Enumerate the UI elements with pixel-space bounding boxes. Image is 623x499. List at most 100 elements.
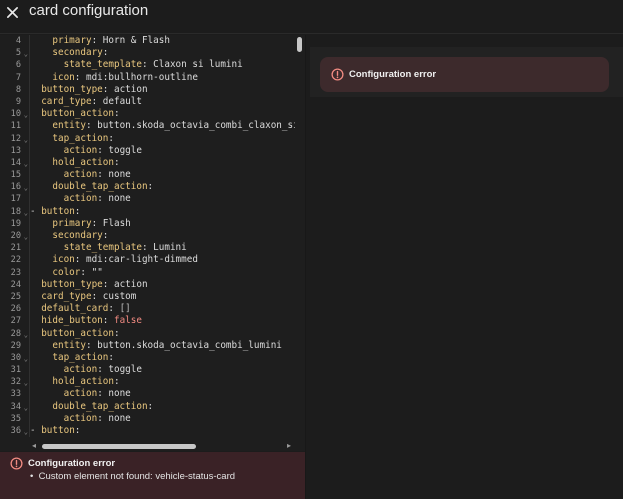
code-token: []: [119, 303, 131, 315]
code-token: : mdi:car-light-dimmed: [74, 254, 198, 266]
line-number: 16 ⌄: [0, 181, 29, 193]
line-number-text: 24: [10, 279, 21, 290]
code-line[interactable]: double_tap_action:: [30, 181, 295, 193]
line-number-text: 14: [10, 157, 21, 168]
line-number-text: 17: [10, 194, 21, 205]
code-line[interactable]: card_type: custom: [30, 291, 295, 303]
code-token: button: [41, 205, 75, 217]
code-line[interactable]: hide_button: false: [30, 315, 295, 327]
line-number: 22: [0, 254, 29, 266]
code-line[interactable]: - button:: [30, 206, 295, 218]
code-line[interactable]: action: none: [30, 169, 295, 181]
code-line[interactable]: button_type: action: [30, 84, 295, 96]
code-line[interactable]: action: toggle: [30, 145, 295, 157]
close-button[interactable]: [2, 2, 22, 22]
line-number-text: 22: [10, 255, 21, 266]
code-line[interactable]: double_tap_action:: [30, 401, 295, 413]
code-line[interactable]: icon: mdi:bullhorn-outline: [30, 72, 295, 84]
code-line[interactable]: tap_action:: [30, 133, 295, 145]
code-token: : Flash: [91, 217, 131, 229]
code-line[interactable]: action: none: [30, 193, 295, 205]
dialog-title: card configuration: [29, 2, 149, 19]
line-number: 34 ⌄: [0, 401, 29, 413]
code-token: action: [63, 412, 98, 424]
line-number-text: 16: [10, 182, 21, 193]
code-token: action: [63, 193, 98, 205]
line-number-text: 36: [10, 426, 21, 436]
code-token: hide_button: [41, 315, 103, 327]
line-number: 32 ⌄: [0, 376, 29, 388]
code-token: :: [102, 47, 109, 59]
code-line[interactable]: tap_action:: [30, 352, 295, 364]
line-number-text: 26: [10, 304, 21, 315]
code-line[interactable]: secondary:: [30, 230, 295, 242]
line-number-text: 8: [15, 84, 21, 95]
code-line[interactable]: - button:: [30, 425, 295, 437]
code-token: button_type: [41, 278, 103, 290]
code-token: action: [63, 364, 98, 376]
line-number: 14 ⌄: [0, 157, 29, 169]
code-token: :: [113, 156, 120, 168]
scroll-left-icon[interactable]: ◂: [32, 441, 36, 450]
code-line[interactable]: color: "": [30, 267, 295, 279]
line-number-text: 13: [10, 145, 21, 156]
yaml-code-editor[interactable]: 4 5 ⌄ 6 7 8 9 10 ⌄ 11 12 ⌄ 13 14 ⌄ 15 16 ⌄ 17 18 ⌄ 19 20 ⌄ 21 22 2…: [0, 35, 305, 450]
code-token: entity: [52, 339, 86, 351]
code-line[interactable]: state_template: Claxon si lumini: [30, 59, 295, 71]
code-line[interactable]: action: toggle: [30, 364, 295, 376]
code-token: action: [63, 388, 98, 400]
code-line[interactable]: primary: Flash: [30, 218, 295, 230]
code-line[interactable]: state_template: Lumini: [30, 242, 295, 254]
line-number-text: 6: [15, 60, 21, 71]
line-number: 12 ⌄: [0, 133, 29, 145]
code-line[interactable]: action: none: [30, 413, 295, 425]
line-number-text: 25: [10, 291, 21, 302]
code-token: :: [108, 351, 114, 363]
code-token: action: [63, 169, 98, 181]
line-number: 4: [0, 35, 29, 47]
code-line[interactable]: secondary:: [30, 47, 295, 59]
code-line[interactable]: default_card: []: [30, 303, 295, 315]
line-number-text: 31: [10, 365, 21, 376]
code-line[interactable]: icon: mdi:car-light-dimmed: [30, 254, 295, 266]
code-token: tap_action: [52, 351, 109, 363]
code-line[interactable]: entity: button.skoda_octavia_combi_claxo…: [30, 120, 295, 132]
vertical-scrollbar[interactable]: [297, 37, 302, 52]
code-line[interactable]: button_action:: [30, 328, 295, 340]
line-number-text: 5: [15, 48, 21, 59]
code-line[interactable]: entity: button.skoda_octavia_combi_lumin…: [30, 340, 295, 352]
code-area[interactable]: primary: Horn & Flash secondary: state_t…: [30, 35, 295, 450]
horizontal-scrollbar[interactable]: [42, 444, 196, 449]
code-token: : toggle: [97, 364, 142, 376]
editor-error-alert: Configuration error • Custom element not…: [0, 452, 305, 499]
code-line[interactable]: hold_action:: [30, 376, 295, 388]
code-line[interactable]: card_type: default: [30, 96, 295, 108]
code-token: :: [113, 327, 120, 339]
code-token: card_type: [41, 290, 92, 302]
code-line[interactable]: button_action:: [30, 108, 295, 120]
line-number-text: 34: [10, 401, 21, 412]
code-token: state_template: [63, 242, 142, 254]
code-line[interactable]: button_type: action: [30, 279, 295, 291]
code-line[interactable]: primary: Horn & Flash: [30, 35, 295, 47]
code-token: -: [30, 205, 42, 217]
error-icon: [10, 457, 23, 470]
line-number-text: 29: [10, 340, 21, 351]
scroll-right-icon[interactable]: ▸: [287, 441, 291, 450]
code-token: action: [63, 144, 98, 156]
code-token: :: [147, 181, 154, 193]
code-line[interactable]: action: none: [30, 388, 295, 400]
code-line[interactable]: hold_action:: [30, 157, 295, 169]
